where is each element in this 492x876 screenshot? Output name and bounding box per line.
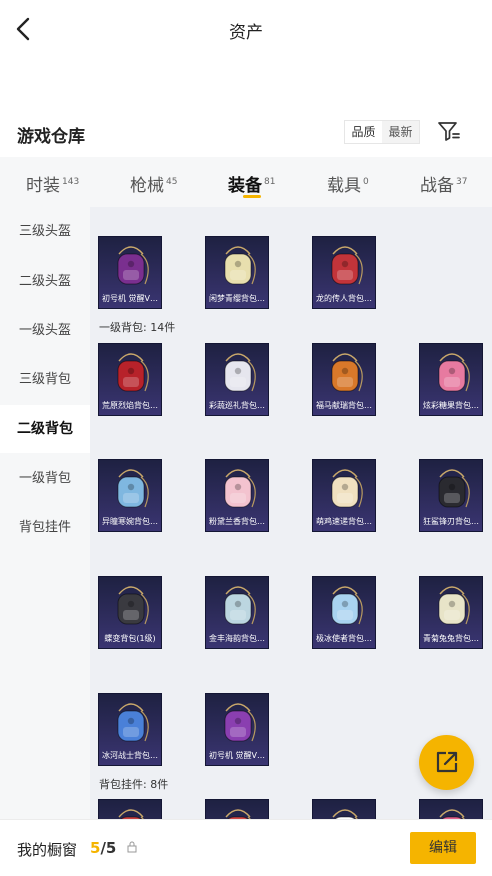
filter-button[interactable]	[436, 118, 462, 144]
item-card[interactable]: 青菊兔兔背包…	[419, 576, 483, 649]
bunny-bag-backpack-icon	[438, 586, 470, 625]
item-name: 极冰使者背包…	[316, 634, 372, 643]
item-card[interactable]: 初号机 觉醒V…	[98, 236, 162, 309]
item-name: 彩蔬巡礼背包…	[209, 401, 265, 410]
item-card[interactable]: 萌鸡速递背包…	[312, 459, 376, 532]
item-card[interactable]: 闲梦青缨背包…	[205, 236, 269, 309]
sidebar-item-lvl2-backpack[interactable]: 二级背包	[0, 405, 90, 453]
pendant-icon	[118, 809, 144, 819]
item-name: 狂鲨锋刃背包…	[423, 517, 479, 526]
item-name: 青菊兔兔背包…	[423, 634, 479, 643]
tab-fashion[interactable]: 时装 143	[26, 171, 79, 196]
share-fab[interactable]	[419, 735, 474, 790]
external-link-icon	[436, 751, 458, 773]
warehouse-title: 游戏仓库	[17, 127, 85, 147]
item-card[interactable]: 初号机 觉醒V…	[205, 693, 269, 766]
item-name: 异瞳寒婉背包…	[102, 517, 158, 526]
item-card[interactable]: 龙的传人背包…	[312, 236, 376, 309]
item-name: 初号机 觉醒V…	[208, 751, 265, 760]
item-card[interactable]	[312, 799, 376, 819]
pendant-icon	[332, 809, 358, 819]
black-shark-backpack-icon	[438, 469, 470, 508]
item-card[interactable]: 粉黛兰香背包…	[205, 459, 269, 532]
item-card[interactable]: 冰河战士背包…	[98, 693, 162, 766]
tab-equipment[interactable]: 装备 81	[228, 171, 275, 196]
showcase-bar: 我的橱窗 5/5 编辑	[0, 819, 492, 876]
item-card[interactable]: 彩蔬巡礼背包…	[205, 343, 269, 416]
item-name: 萌鸡速递背包…	[316, 517, 372, 526]
page-title: 资产	[229, 23, 263, 43]
item-card[interactable]: 狂鲨锋刃背包…	[419, 459, 483, 532]
item-name: 闲梦青缨背包…	[209, 294, 265, 303]
purple-mech-backpack-icon	[117, 246, 149, 285]
tab-vehicles[interactable]: 载具 0	[327, 171, 369, 196]
red-dragon-backpack-icon	[331, 246, 363, 285]
item-name: 荒原烈焰背包…	[102, 401, 158, 410]
white-rabbit-backpack-icon	[224, 353, 256, 392]
black-butterfly-backpack-icon	[117, 586, 149, 625]
item-card[interactable]: 福马献瑞背包…	[312, 343, 376, 416]
shell-backpack-icon	[224, 586, 256, 625]
group-label-pendant: 背包挂件: 8件	[99, 778, 169, 791]
group-label-lvl1-backpack: 一级背包: 14件	[99, 321, 176, 334]
sidebar-item-lvl3-backpack[interactable]: 三级背包	[0, 356, 90, 404]
item-card[interactable]: 极冰使者背包…	[312, 576, 376, 649]
edit-button[interactable]: 编辑	[410, 832, 476, 864]
sidebar-item-lvl1-backpack[interactable]: 一级背包	[0, 455, 90, 503]
pendant-icon	[225, 809, 251, 819]
chick-backpack-icon	[331, 469, 363, 508]
orange-horse-backpack-icon	[331, 353, 363, 392]
purple-mech-backpack-icon	[224, 703, 256, 742]
item-name: 金丰海韵背包…	[209, 634, 265, 643]
item-name: 龙的传人背包…	[316, 294, 372, 303]
item-grid: 一级背包: 14件 背包挂件: 8件 初号机 觉醒V… 闲梦青缨背包… 龙的传人背包…	[90, 207, 492, 819]
item-card[interactable]: 金丰海韵背包…	[205, 576, 269, 649]
item-card[interactable]: 炫彩糖果背包…	[419, 343, 483, 416]
pendant-icon	[439, 809, 465, 819]
sort-newest-button[interactable]: 最新	[382, 121, 419, 143]
showcase-label: 我的橱窗	[17, 841, 78, 859]
item-card[interactable]	[419, 799, 483, 819]
item-name: 炫彩糖果背包…	[423, 401, 479, 410]
sort-quality-button[interactable]: 品质	[345, 121, 382, 143]
active-tab-indicator	[243, 195, 261, 198]
warehouse-header: 游戏仓库 品质 最新	[0, 114, 492, 154]
sidebar-item-backpack-pendant[interactable]: 背包挂件	[0, 504, 90, 552]
flame-mask-backpack-icon	[117, 353, 149, 392]
tab-guns[interactable]: 枪械 45	[130, 171, 177, 196]
item-name: 冰河战士背包…	[102, 751, 158, 760]
sidebar-item-lvl2-helmet[interactable]: 二级头盔	[0, 258, 90, 306]
blue-armor-backpack-icon	[117, 703, 149, 742]
category-tabs: 时装 143 枪械 45 装备 81 载具 0 战备 37	[0, 157, 492, 207]
item-card[interactable]: 异瞳寒婉背包…	[98, 459, 162, 532]
cream-round-backpack-icon	[224, 246, 256, 285]
top-bar: 资产	[0, 0, 492, 58]
showcase-count: 5/5	[90, 839, 117, 857]
tab-battle-gear[interactable]: 战备 37	[420, 171, 467, 196]
subcategory-sidebar: 三级头盔 二级头盔 一级头盔 三级背包 二级背包 一级背包 背包挂件	[0, 207, 90, 819]
donut-backpack-icon	[438, 353, 470, 392]
sidebar-item-lvl1-helmet[interactable]: 一级头盔	[0, 307, 90, 355]
item-name: 蝶变背包(1级)	[104, 634, 156, 643]
item-card[interactable]: 蝶变背包(1级)	[98, 576, 162, 649]
ice-backpack-icon	[331, 586, 363, 625]
item-card[interactable]	[205, 799, 269, 819]
item-name: 福马献瑞背包…	[316, 401, 372, 410]
lock-icon	[127, 841, 137, 853]
item-card[interactable]: 荒原烈焰背包…	[98, 343, 162, 416]
sidebar-item-lvl3-helmet[interactable]: 三级头盔	[0, 208, 90, 256]
item-name: 初号机 觉醒V…	[101, 294, 158, 303]
pink-bunny-backpack-icon	[224, 469, 256, 508]
item-card[interactable]	[98, 799, 162, 819]
blue-mascot-backpack-icon	[117, 469, 149, 508]
item-name: 粉黛兰香背包…	[209, 517, 265, 526]
filter-icon	[438, 122, 460, 141]
sort-toggle: 品质 最新	[344, 120, 420, 144]
